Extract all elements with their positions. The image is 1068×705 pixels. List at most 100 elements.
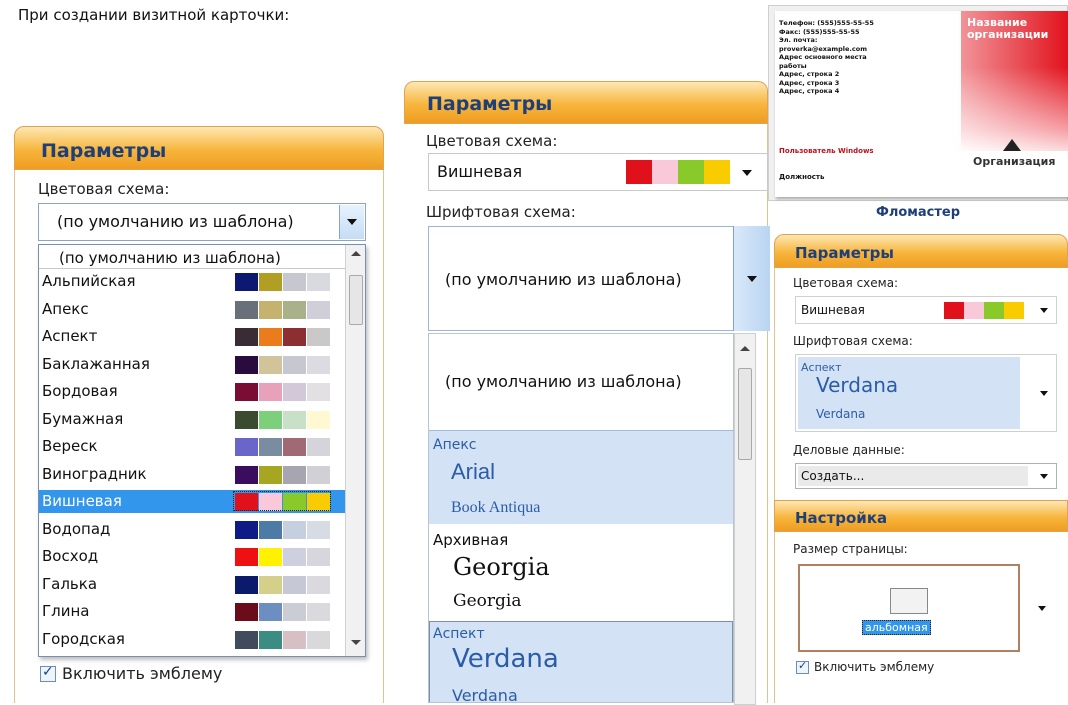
color-scheme-label: Цветовая схема: <box>426 132 558 150</box>
card-user: Пользователь Windows <box>779 147 874 155</box>
font-item-name: Архивная <box>433 531 509 549</box>
color-scheme-value: Вишневая <box>801 303 865 317</box>
list-scrollbar[interactable] <box>345 245 365 656</box>
combo-dropdown-button[interactable] <box>339 205 364 239</box>
color-swatch <box>307 410 330 429</box>
color-swatch <box>259 603 282 621</box>
color-swatch <box>626 160 652 184</box>
chevron-down-icon[interactable] <box>742 170 752 176</box>
card-line: Адрес, строка 3 <box>779 78 840 87</box>
color-swatch <box>283 603 306 621</box>
list-item[interactable]: Восход <box>39 545 345 568</box>
font-item-apex[interactable]: Апекс Arial Book Antiqua <box>429 430 733 524</box>
color-scheme-combobox[interactable]: (по умолчанию из шаблона) <box>38 203 366 241</box>
color-swatch <box>1004 302 1024 319</box>
business-data-combobox[interactable]: Создать... <box>795 463 1057 489</box>
card-line: Адрес, строка 4 <box>779 87 840 95</box>
business-card-preview[interactable]: Название организации Телефон: (555)555-5… <box>768 5 1068 201</box>
enable-logo-label: Включить эмблему <box>814 660 935 674</box>
list-item[interactable]: Альпийская <box>39 270 345 293</box>
list-item[interactable]: Виноградник <box>39 463 345 486</box>
list-item[interactable]: Аспект <box>39 325 345 348</box>
list-item-label: Баклажанная <box>42 354 150 373</box>
color-swatch <box>283 410 306 429</box>
list-item-label: Вишневая <box>42 492 122 510</box>
font-scheme-minor: Verdana <box>816 407 866 421</box>
color-swatch <box>235 273 258 291</box>
font-scheme-preview: Аспект Verdana Verdana <box>798 357 1020 429</box>
color-swatch <box>235 410 258 429</box>
color-swatch <box>235 355 258 374</box>
color-swatch <box>283 465 306 484</box>
color-swatch <box>307 383 330 401</box>
color-scheme-dropdown-list[interactable]: (по умолчанию из шаблона) Альпийская Апек… <box>38 244 366 657</box>
list-item[interactable]: Городская <box>39 628 345 651</box>
template-name: Фломастер <box>875 205 961 220</box>
card-line: Телефон: (555)555-55-55 <box>779 19 874 27</box>
font-scheme-combobox[interactable]: (по умолчанию из шаблона) <box>428 226 770 331</box>
font-item-name: Аспект <box>433 626 485 642</box>
list-item-label: Бордовая <box>42 382 118 400</box>
list-item[interactable]: Водопад <box>39 518 345 541</box>
font-item-major: Georgia <box>453 553 550 581</box>
font-scheme-combobox[interactable]: Аспект Verdana Verdana <box>795 354 1057 432</box>
color-swatch <box>283 630 306 649</box>
combo-dropdown-button[interactable] <box>733 226 770 331</box>
list-item[interactable]: Глина <box>39 600 345 623</box>
chevron-down-icon[interactable] <box>1040 391 1048 396</box>
chevron-down-icon <box>347 219 357 225</box>
scroll-thumb[interactable] <box>349 275 363 325</box>
font-scheme-label: Шрифтовая схема: <box>793 334 913 348</box>
font-item-archive[interactable]: Архивная Georgia Georgia <box>429 525 733 619</box>
scroll-up-icon[interactable] <box>740 346 750 351</box>
color-swatch <box>259 630 282 649</box>
color-scheme-value: (по умолчанию из шаблона) <box>57 212 294 231</box>
list-item[interactable]: Апекс <box>39 298 345 321</box>
list-item[interactable]: Бордовая <box>39 380 345 403</box>
color-swatch <box>283 300 306 319</box>
color-swatch <box>704 160 730 184</box>
font-scheme-dropdown-list[interactable]: (по умолчанию из шаблона) Апекс Arial Bo… <box>428 333 734 703</box>
enable-logo-checkbox[interactable]: ✓ <box>40 664 56 682</box>
list-item[interactable]: Галька <box>39 573 345 596</box>
scroll-thumb[interactable] <box>738 368 752 460</box>
color-swatch <box>652 160 678 184</box>
color-swatch <box>307 300 330 319</box>
list-item[interactable]: Вереск <box>39 435 345 458</box>
color-swatch <box>307 603 330 621</box>
list-scrollbar[interactable] <box>734 333 756 705</box>
chevron-down-icon[interactable] <box>1040 474 1048 479</box>
color-swatch <box>235 548 258 566</box>
scroll-down-icon[interactable] <box>351 640 361 645</box>
color-scheme-combobox[interactable]: Вишневая <box>795 296 1057 324</box>
list-item[interactable]: Баклажанная <box>39 353 345 376</box>
font-item-minor: Georgia <box>453 591 522 611</box>
parameters-header: Параметры <box>404 81 768 124</box>
list-item-default[interactable]: (по умолчанию из шаблона) <box>39 247 345 269</box>
color-swatch <box>283 328 306 346</box>
color-swatch <box>259 383 282 401</box>
list-item-default[interactable]: (по умолчанию из шаблона) <box>429 334 733 429</box>
chevron-down-icon[interactable] <box>1040 308 1048 313</box>
list-item-label: Глина <box>42 602 90 620</box>
list-item-label: Бумажная <box>42 409 124 428</box>
page-size-selector[interactable]: альбомная <box>798 564 1020 652</box>
checkmark-icon: ✓ <box>42 664 54 680</box>
list-item[interactable]: Бумажная <box>39 408 345 431</box>
list-item[interactable]: Вишневая <box>39 490 345 513</box>
color-swatch <box>235 300 258 319</box>
color-scheme-combobox[interactable]: Вишневая <box>428 153 768 191</box>
color-scheme-value: Вишневая <box>437 162 523 181</box>
enable-logo-checkbox[interactable]: ✓ <box>796 659 809 674</box>
color-swatch <box>307 328 330 346</box>
color-scheme-label: Цветовая схема: <box>38 180 170 198</box>
color-swatch <box>307 438 330 456</box>
color-swatch <box>307 520 330 539</box>
color-swatch <box>235 603 258 621</box>
list-item-label: Виноградник <box>42 464 147 483</box>
color-swatch <box>235 630 258 649</box>
chevron-down-icon[interactable] <box>1038 606 1046 611</box>
scroll-up-icon[interactable] <box>351 251 361 256</box>
font-item-aspect[interactable]: Аспект Verdana Verdana <box>429 621 733 702</box>
color-swatch <box>235 465 258 484</box>
